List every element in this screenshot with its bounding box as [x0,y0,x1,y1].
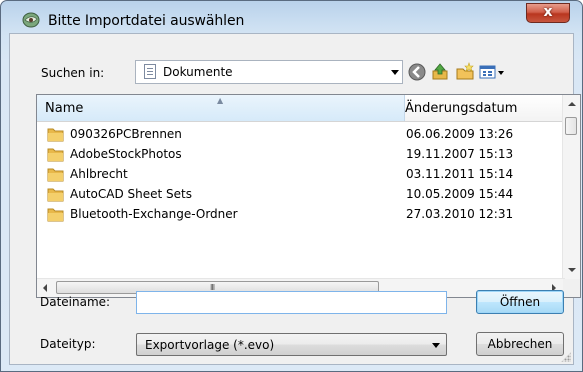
chevron-down-icon [432,343,440,348]
scroll-up-icon[interactable] [568,102,576,106]
close-button[interactable]: x [526,3,570,23]
filetype-label: Dateityp: [40,337,96,351]
file-list[interactable]: Name ▲ Änderungsdatum 090326PCBrennen 06… [36,94,581,298]
lookin-combo[interactable]: Dokumente [135,60,403,84]
dialog-client-area: Suchen in: Dokumente Name ▲ Änderungsdat… [9,33,581,365]
vertical-scroll-thumb[interactable] [565,117,577,135]
list-header: Name ▲ Änderungsdatum [37,95,565,122]
vertical-scrollbar[interactable] [562,95,580,280]
view-menu-icon[interactable] [478,62,506,82]
file-rows: 090326PCBrennen 06.06.2009 13:26 AdobeSt… [37,124,565,224]
chevron-down-icon [391,70,399,75]
scrollbar-corner [563,279,580,297]
sort-ascending-icon: ▲ [217,96,224,105]
filetype-value: Exportvorlage (*.evo) [145,338,275,352]
documents-icon [144,64,156,79]
new-folder-icon[interactable] [455,62,475,82]
list-item[interactable]: Bluetooth-Exchange-Ordner 27.03.2010 12:… [37,204,565,224]
folder-icon [47,188,64,202]
list-item[interactable]: 090326PCBrennen 06.06.2009 13:26 [37,124,565,144]
app-icon [22,12,40,28]
scroll-left-icon[interactable] [43,284,47,292]
folder-icon [47,208,64,222]
folder-icon [47,128,64,142]
folder-icon [47,168,64,182]
open-file-dialog: Bitte Importdatei auswählen x Suchen in:… [0,0,583,372]
back-icon[interactable] [407,62,427,82]
list-item[interactable]: AdobeStockPhotos 19.11.2007 15:13 [37,144,565,164]
title-bar[interactable]: Bitte Importdatei auswählen x [1,1,582,35]
lookin-value: Dokumente [163,65,233,79]
cancel-button[interactable]: Abbrechen [476,332,564,356]
close-icon: x [543,4,553,20]
column-header-name[interactable]: Name ▲ [37,95,405,121]
up-folder-icon[interactable] [430,62,450,82]
open-button[interactable]: Öffnen [476,290,564,314]
filename-label: Dateiname: [40,295,111,309]
scroll-down-icon[interactable] [568,268,576,272]
window-title: Bitte Importdatei auswählen [48,13,245,29]
list-item[interactable]: AutoCAD Sheet Sets 10.05.2009 15:44 [37,184,565,204]
lookin-label: Suchen in: [41,66,105,80]
folder-icon [47,148,64,162]
filename-input[interactable] [136,291,447,314]
column-header-date[interactable]: Änderungsdatum [405,101,517,116]
filetype-combo[interactable]: Exportvorlage (*.evo) [136,333,447,356]
list-item[interactable]: Ahlbrecht 03.11.2011 15:14 [37,164,565,184]
